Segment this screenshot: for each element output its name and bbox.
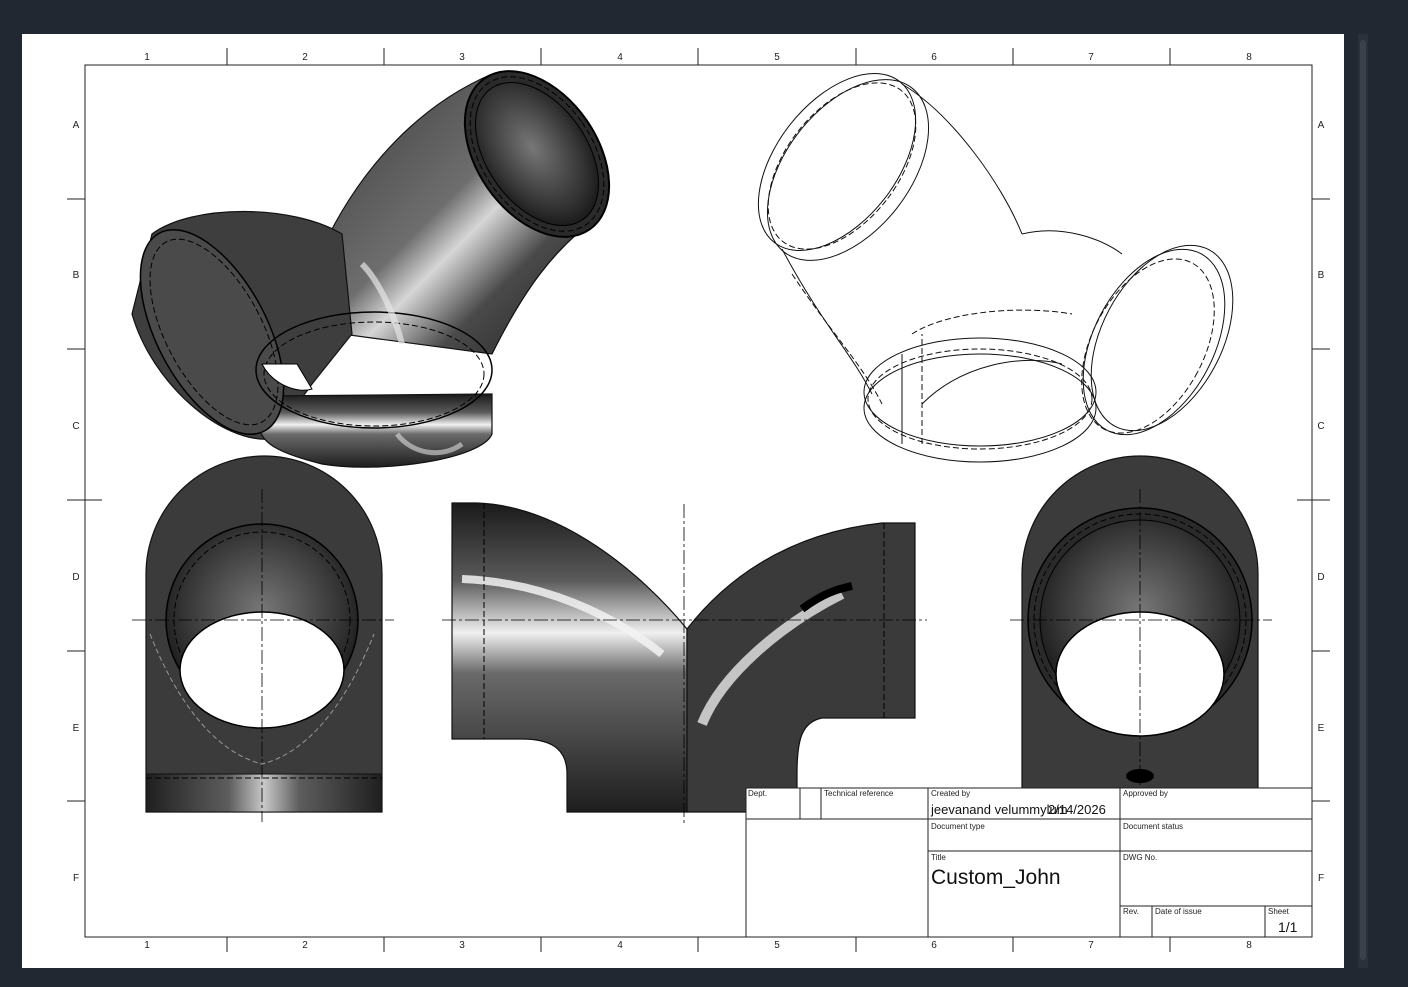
row-label: A — [73, 120, 80, 131]
column-label: 5 — [774, 52, 780, 63]
iso-shaded-view[interactable] — [111, 44, 639, 468]
scrollbar-thumb[interactable] — [1360, 40, 1366, 960]
column-label: 7 — [1088, 52, 1094, 63]
row-label: C — [1317, 421, 1324, 432]
technical-reference-label: Technical reference — [824, 789, 894, 798]
rev-label: Rev. — [1123, 907, 1139, 916]
front-view[interactable] — [132, 455, 394, 822]
column-label: 1 — [144, 940, 150, 951]
sheet-label: Sheet — [1268, 907, 1290, 916]
column-label: 5 — [774, 940, 780, 951]
row-labels-left: A B C D E F — [72, 120, 79, 884]
row-label: E — [1318, 723, 1325, 734]
dept-label: Dept. — [748, 789, 767, 798]
row-label: D — [72, 572, 79, 583]
title-label: Title — [931, 853, 946, 862]
row-label: D — [1317, 572, 1324, 583]
title-value: Custom_John — [931, 866, 1061, 889]
column-label: 1 — [144, 52, 150, 63]
date-of-issue-label: Date of issue — [1155, 907, 1202, 916]
approved-by-label: Approved by — [1123, 789, 1168, 798]
row-label: A — [1318, 120, 1325, 131]
drawing-canvas: 1 2 3 4 5 6 7 8 1 2 3 4 5 6 7 8 A B C D … — [67, 44, 1330, 952]
row-label: C — [72, 421, 79, 432]
created-date: 2/14/2026 — [1048, 802, 1106, 817]
column-label: 8 — [1246, 940, 1252, 951]
sheet-value: 1/1 — [1278, 919, 1298, 935]
row-label: F — [73, 873, 79, 884]
side-view[interactable] — [442, 502, 927, 824]
column-label: 2 — [302, 52, 308, 63]
column-label: 2 — [302, 940, 308, 951]
created-by-label: Created by — [931, 789, 970, 798]
drawing-sheet: 1 2 3 4 5 6 7 8 1 2 3 4 5 6 7 8 A B C D … — [22, 34, 1344, 968]
row-label: B — [1318, 270, 1325, 281]
column-label: 6 — [931, 52, 937, 63]
column-label: 3 — [459, 940, 465, 951]
iso-wireframe-view[interactable] — [727, 45, 1262, 463]
document-status-label: Document status — [1123, 822, 1183, 831]
row-label: E — [73, 723, 80, 734]
document-type-label: Document type — [931, 822, 985, 831]
row-label: F — [1318, 873, 1324, 884]
dwg-no-label: DWG No. — [1123, 853, 1157, 862]
column-label: 4 — [617, 52, 623, 63]
column-label: 8 — [1246, 52, 1252, 63]
row-label: B — [73, 270, 80, 281]
created-by-value: jeevanand velummylum — [930, 802, 1068, 817]
column-label: 7 — [1088, 940, 1094, 951]
column-label: 6 — [931, 940, 937, 951]
row-labels-right: A B C D E F — [1317, 120, 1324, 884]
rear-view[interactable] — [1010, 455, 1272, 824]
column-label: 3 — [459, 52, 465, 63]
column-label: 4 — [617, 940, 623, 951]
